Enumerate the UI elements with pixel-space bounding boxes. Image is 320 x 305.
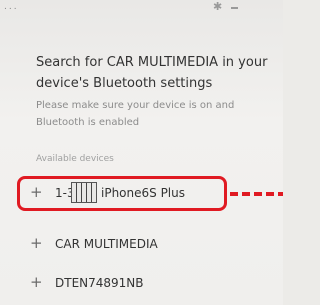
bluetooth-pairing-screen: ... ✱ Search for CAR MULTIMEDIA in your … [0,0,283,305]
selection-highlight [17,176,227,211]
add-icon: + [30,273,43,291]
page-title: Search for CAR MULTIMEDIA in your device… [36,55,268,91]
device-item-car-multimedia[interactable]: + CAR MULTIMEDIA [0,227,283,261]
add-icon: + [30,234,43,252]
instructions-text: Please make sure your device is on and B… [36,100,235,128]
callout-leader-line [230,192,283,196]
device-name: CAR MULTIMEDIA [55,237,158,251]
device-name: DTEN74891NB [55,276,144,290]
device-item-dten[interactable]: + DTEN74891NB [0,266,283,300]
status-indicator [231,7,238,9]
available-devices-label: Available devices [36,154,114,164]
status-dots: ... [4,2,19,12]
bluetooth-icon: ✱ [213,0,223,13]
